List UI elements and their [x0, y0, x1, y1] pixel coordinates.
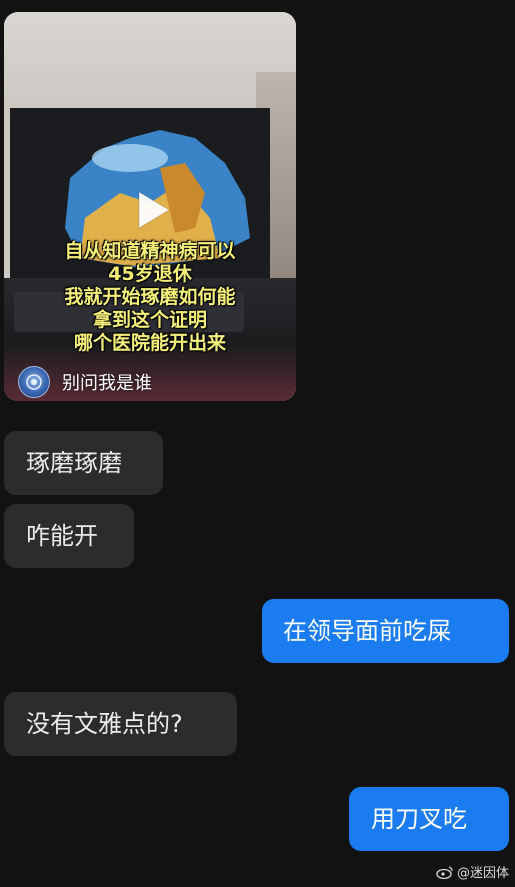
thumbnail-wall [4, 12, 296, 122]
chat-screen: 自从知道精神病可以 45岁退休 我就开始琢磨如何能 拿到这个证明 哪个医院能开出… [0, 0, 515, 887]
watermark: @迷因体 [436, 862, 509, 881]
caption-line: 我就开始琢磨如何能 [64, 286, 236, 308]
avatar-icon [26, 374, 42, 390]
message-text: 没有文雅点的? [26, 710, 183, 738]
watermark-text: @迷因体 [456, 866, 509, 881]
play-icon[interactable] [129, 188, 173, 232]
message-text: 琢磨琢磨 [26, 449, 122, 477]
caption-line: 哪个医院能开出来 [73, 332, 226, 354]
message-bubble-incoming[interactable]: 咋能开 [4, 504, 134, 568]
caption-line: 45岁退休 [108, 263, 192, 285]
video-caption: 自从知道精神病可以 45岁退休 我就开始琢磨如何能 拿到这个证明 哪个医院能开出… [30, 240, 270, 355]
message-bubble-incoming[interactable]: 没有文雅点的? [4, 692, 237, 756]
caption-line: 自从知道精神病可以 [64, 240, 236, 262]
weibo-icon [436, 865, 453, 879]
message-bubble-incoming[interactable]: 琢磨琢磨 [4, 431, 163, 495]
shared-video-card[interactable]: 自从知道精神病可以 45岁退休 我就开始琢磨如何能 拿到这个证明 哪个医院能开出… [4, 12, 296, 401]
avatar[interactable] [18, 366, 50, 398]
message-text: 在领导面前吃屎 [283, 617, 451, 645]
message-text: 咋能开 [26, 522, 98, 550]
caption-line: 拿到这个证明 [92, 309, 207, 331]
message-bubble-outgoing[interactable]: 在领导面前吃屎 [262, 599, 509, 663]
message-bubble-outgoing[interactable]: 用刀叉吃 [349, 787, 509, 851]
video-author[interactable]: 别问我是谁 [18, 366, 152, 398]
author-name: 别问我是谁 [62, 373, 152, 394]
message-text: 用刀叉吃 [371, 805, 467, 833]
